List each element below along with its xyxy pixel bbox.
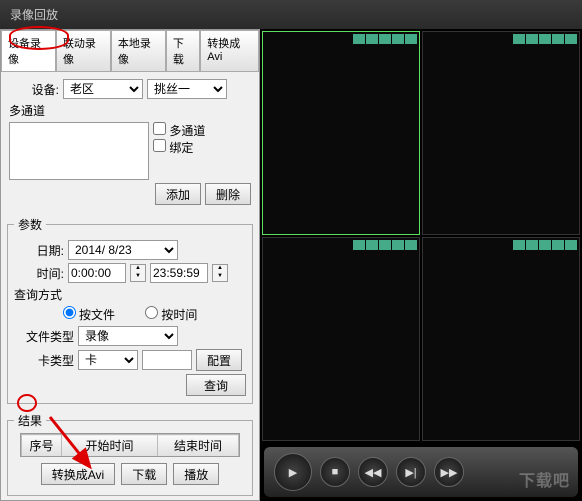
video-cell-4[interactable]: [422, 237, 580, 441]
cell-controls-icon[interactable]: [513, 240, 577, 250]
multi-opt2: 绑定: [169, 141, 193, 155]
time-start-spinner[interactable]: ▲▼: [130, 264, 146, 282]
multi-channel-label: 多通道: [9, 102, 251, 119]
multi-opt1: 多通道: [169, 124, 205, 138]
by-file-radio[interactable]: [63, 306, 76, 319]
card-type-select[interactable]: 卡: [78, 350, 138, 370]
tab-local-record[interactable]: 本地录像: [111, 30, 166, 71]
card-value-input[interactable]: [142, 350, 192, 370]
cell-controls-icon[interactable]: [353, 34, 417, 44]
add-button[interactable]: 添加: [155, 183, 201, 205]
by-file-label: 按文件: [79, 308, 115, 322]
convert-avi-button[interactable]: 转换成Avi: [41, 463, 115, 485]
download-button[interactable]: 下载: [121, 463, 167, 485]
multi-channel-list[interactable]: [9, 122, 149, 180]
tab-device-record[interactable]: 设备录像: [1, 30, 56, 71]
player-step-icon[interactable]: ▶|: [396, 457, 426, 487]
window-title: 录像回放: [0, 0, 582, 29]
params-legend: 参数: [14, 216, 46, 233]
time-end-spinner[interactable]: ▲▼: [212, 264, 228, 282]
delete-button[interactable]: 删除: [205, 183, 251, 205]
file-type-label: 文件类型: [14, 328, 74, 345]
results-table-wrap: 序号 开始时间 结束时间 12014-8-23 09:29:34 22014-8…: [20, 433, 240, 457]
col-index[interactable]: 序号: [22, 435, 62, 457]
query-button[interactable]: 查询: [186, 374, 246, 396]
player-play-icon[interactable]: ▶: [274, 453, 312, 491]
cell-controls-icon[interactable]: [353, 240, 417, 250]
device-label: 设备:: [9, 81, 59, 98]
watermark: 下载吧: [519, 467, 570, 491]
time-end-input[interactable]: [150, 263, 208, 283]
by-time-radio[interactable]: [145, 306, 158, 319]
results-legend: 结果: [14, 412, 46, 429]
col-start[interactable]: 开始时间: [62, 435, 158, 457]
tab-download[interactable]: 下载: [166, 30, 200, 71]
play-button[interactable]: 播放: [173, 463, 219, 485]
player-bar: ▶ ■ ◀◀ ▶| ▶▶ 下载吧: [264, 447, 578, 497]
time-label: 时间:: [14, 265, 64, 282]
video-cell-2[interactable]: [422, 31, 580, 235]
tab-bar: 设备录像 联动录像 本地录像 下载 转换成Avi: [1, 30, 259, 72]
player-prev-icon[interactable]: ◀◀: [358, 457, 388, 487]
tab-linkage-record[interactable]: 联动录像: [56, 30, 111, 71]
right-panel: ▶ ■ ◀◀ ▶| ▶▶ 下载吧: [260, 29, 582, 501]
file-type-select[interactable]: 录像: [78, 326, 178, 346]
device-channel-select[interactable]: 挑丝一: [147, 79, 227, 99]
date-picker[interactable]: 2014/ 8/23: [68, 240, 178, 260]
video-cell-1[interactable]: [262, 31, 420, 235]
left-panel: 设备录像 联动录像 本地录像 下载 转换成Avi 设备: 老区 挑丝一 多通道 …: [0, 29, 260, 501]
main-area: 设备录像 联动录像 本地录像 下载 转换成Avi 设备: 老区 挑丝一 多通道 …: [0, 29, 582, 501]
video-cell-3[interactable]: [262, 237, 420, 441]
results-fieldset: 结果 序号 开始时间 结束时间 12014-8-23 09:29:34 2201…: [7, 412, 253, 496]
query-mode-label: 查询方式: [14, 286, 246, 303]
by-time-label: 按时间: [161, 308, 197, 322]
cell-controls-icon[interactable]: [513, 34, 577, 44]
device-group-select[interactable]: 老区: [63, 79, 143, 99]
video-grid: [260, 29, 582, 443]
bind-checkbox[interactable]: [153, 139, 166, 152]
card-type-label: 卡类型: [14, 352, 74, 369]
config-button[interactable]: 配置: [196, 349, 242, 371]
time-start-input[interactable]: [68, 263, 126, 283]
params-fieldset: 参数 日期: 2014/ 8/23 时间: ▲▼ ▲▼ 查询方式 按文件 按时间…: [7, 216, 253, 404]
date-label: 日期:: [14, 242, 64, 259]
results-table: 序号 开始时间 结束时间 12014-8-23 09:29:34 22014-8…: [21, 434, 239, 457]
player-next-icon[interactable]: ▶▶: [434, 457, 464, 487]
col-end[interactable]: 结束时间: [158, 435, 239, 457]
multi-channel-checkbox[interactable]: [153, 122, 166, 135]
tab-convert-avi[interactable]: 转换成Avi: [200, 30, 259, 71]
player-stop-icon[interactable]: ■: [320, 457, 350, 487]
